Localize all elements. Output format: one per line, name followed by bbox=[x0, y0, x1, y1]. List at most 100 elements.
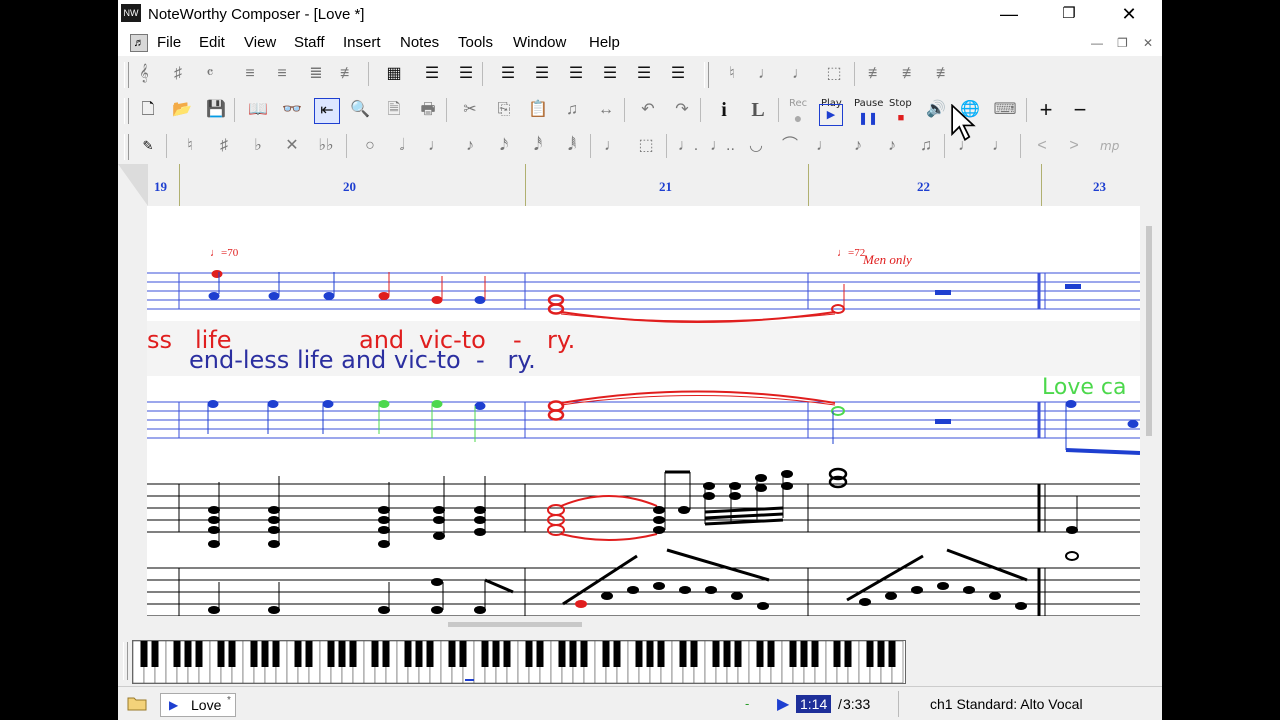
black-key[interactable] bbox=[195, 641, 203, 667]
black-key[interactable] bbox=[272, 641, 280, 667]
black-key[interactable] bbox=[349, 641, 357, 667]
line-icon[interactable]: ↔ bbox=[594, 98, 618, 122]
quarter-note-icon[interactable]: ♩ bbox=[788, 62, 812, 86]
natural-icon[interactable]: ♮ bbox=[178, 134, 202, 158]
menu-file[interactable]: File bbox=[157, 34, 181, 51]
undo-icon[interactable]: ↶ bbox=[636, 98, 660, 122]
staff-lines-icon[interactable]: ☰ bbox=[496, 62, 520, 86]
staff-view-icon[interactable]: ⇤ bbox=[314, 98, 340, 124]
black-key[interactable] bbox=[503, 641, 511, 667]
dotted-note-icon[interactable]: ♩. bbox=[676, 134, 700, 158]
black-key[interactable] bbox=[338, 641, 346, 667]
black-key[interactable] bbox=[690, 641, 698, 667]
black-key[interactable] bbox=[404, 641, 412, 667]
black-key[interactable] bbox=[217, 641, 225, 667]
rest-icon[interactable]: ≡ bbox=[238, 62, 262, 86]
black-key[interactable] bbox=[734, 641, 742, 667]
folder-icon[interactable] bbox=[127, 696, 147, 711]
sixty-fourth-note-icon[interactable]: 𝅘𝅥𝅱 bbox=[560, 134, 584, 158]
black-key[interactable] bbox=[492, 641, 500, 667]
redo-icon[interactable]: ↷ bbox=[670, 98, 694, 122]
black-key[interactable] bbox=[712, 641, 720, 667]
print-preview-icon[interactable]: 🗎 bbox=[382, 98, 406, 122]
half-note-icon[interactable]: 𝅗𝅥 bbox=[390, 134, 414, 158]
info-icon[interactable]: i bbox=[712, 98, 736, 122]
align-center-icon[interactable]: ☰ bbox=[454, 62, 478, 86]
menu-tools[interactable]: Tools bbox=[458, 34, 493, 51]
black-key[interactable] bbox=[481, 641, 489, 667]
double-flat-icon[interactable]: ♭♭ bbox=[314, 134, 338, 158]
horizontal-scrollbar[interactable] bbox=[448, 622, 582, 627]
print-icon[interactable]: 🖶 bbox=[416, 98, 440, 122]
score-editor[interactable]: ♩=70 ♩=72 Men only ss life and vic-to - … bbox=[147, 206, 1140, 616]
maximize-button[interactable]: ❐ bbox=[1046, 0, 1092, 30]
black-key[interactable] bbox=[602, 641, 610, 667]
document-icon[interactable]: ♬ bbox=[130, 34, 148, 52]
black-key[interactable] bbox=[646, 641, 654, 667]
menu-notes[interactable]: Notes bbox=[400, 34, 439, 51]
quarter-note-icon[interactable]: ♩ bbox=[754, 62, 778, 86]
time-signature-icon[interactable]: 𝄴 bbox=[198, 62, 222, 86]
align-left-icon[interactable]: ☰ bbox=[420, 62, 444, 86]
black-key[interactable] bbox=[371, 641, 379, 667]
tenuto-icon[interactable]: ♪ bbox=[880, 134, 904, 158]
play-button[interactable]: ▶ bbox=[819, 104, 843, 126]
double-dotted-note-icon[interactable]: ♩.. bbox=[710, 134, 735, 158]
staff-lines-icon[interactable]: ☰ bbox=[564, 62, 588, 86]
paste-icon[interactable]: 📋 bbox=[526, 98, 550, 122]
beam-icon[interactable]: ♫ bbox=[560, 98, 584, 122]
black-key[interactable] bbox=[888, 641, 896, 667]
grace-note-icon[interactable]: ♩ bbox=[600, 134, 624, 158]
staff-lines-icon[interactable]: ☰ bbox=[666, 62, 690, 86]
tie-icon[interactable]: ⌒ bbox=[778, 134, 802, 158]
menu-view[interactable]: View bbox=[244, 34, 276, 51]
staccato-icon[interactable]: ♩ bbox=[812, 134, 836, 158]
ending-icon[interactable]: ≣ bbox=[304, 62, 328, 86]
black-key[interactable] bbox=[382, 641, 390, 667]
bar-line-icon[interactable]: ≡ bbox=[270, 62, 294, 86]
double-sharp-icon[interactable]: ✕ bbox=[280, 134, 304, 158]
black-key[interactable] bbox=[635, 641, 643, 667]
keyboard-icon[interactable]: ⌨ bbox=[990, 98, 1020, 122]
clef-icon[interactable]: 𝄞 bbox=[132, 62, 156, 86]
black-key[interactable] bbox=[833, 641, 841, 667]
speaker-icon[interactable]: 🔊 bbox=[924, 98, 948, 122]
zoom-in-icon[interactable]: + bbox=[1034, 98, 1058, 122]
decrescendo-icon[interactable]: > bbox=[1062, 134, 1086, 158]
piano-keyboard[interactable] bbox=[132, 640, 906, 684]
black-key[interactable] bbox=[140, 641, 148, 667]
minimize-button[interactable]: — bbox=[986, 0, 1032, 30]
staff-lines-icon[interactable]: ☰ bbox=[632, 62, 656, 86]
chord-icon[interactable]: ≢ bbox=[932, 62, 956, 86]
menu-insert[interactable]: Insert bbox=[343, 34, 381, 51]
black-key[interactable] bbox=[305, 641, 313, 667]
black-key[interactable] bbox=[525, 641, 533, 667]
natural-icon[interactable]: ♮ bbox=[720, 62, 744, 86]
black-key[interactable] bbox=[228, 641, 236, 667]
sharp-icon[interactable]: ♯ bbox=[212, 134, 236, 158]
black-key[interactable] bbox=[426, 641, 434, 667]
black-key[interactable] bbox=[866, 641, 874, 667]
book-icon[interactable]: 📖 bbox=[246, 98, 270, 122]
grid-icon[interactable]: ▦ bbox=[382, 62, 406, 86]
sixteenth-note-icon[interactable]: 𝅘𝅥𝅯 bbox=[492, 134, 516, 158]
vertical-scrollbar[interactable] bbox=[1146, 226, 1152, 436]
zoom-icon[interactable]: 🔍 bbox=[348, 98, 372, 122]
menu-window[interactable]: Window bbox=[513, 34, 566, 51]
black-key[interactable] bbox=[173, 641, 181, 667]
mdi-close-button[interactable]: ✕ bbox=[1143, 36, 1153, 50]
slur-icon[interactable]: ◡ bbox=[744, 134, 768, 158]
instrument-icon[interactable]: ≢ bbox=[336, 62, 360, 86]
open-folder-icon[interactable]: 📂 bbox=[170, 98, 194, 122]
menu-edit[interactable]: Edit bbox=[199, 34, 225, 51]
save-icon[interactable]: 💾 bbox=[204, 98, 228, 122]
black-key[interactable] bbox=[877, 641, 885, 667]
key-signature-icon[interactable]: ♯ bbox=[166, 62, 190, 86]
toolbar-grip[interactable] bbox=[124, 62, 129, 88]
staff-lines-icon[interactable]: ☰ bbox=[530, 62, 554, 86]
black-key[interactable] bbox=[294, 641, 302, 667]
black-key[interactable] bbox=[151, 641, 159, 667]
black-key[interactable] bbox=[536, 641, 544, 667]
menu-help[interactable]: Help bbox=[589, 34, 620, 51]
dynamic-label[interactable]: mp bbox=[1100, 139, 1119, 153]
